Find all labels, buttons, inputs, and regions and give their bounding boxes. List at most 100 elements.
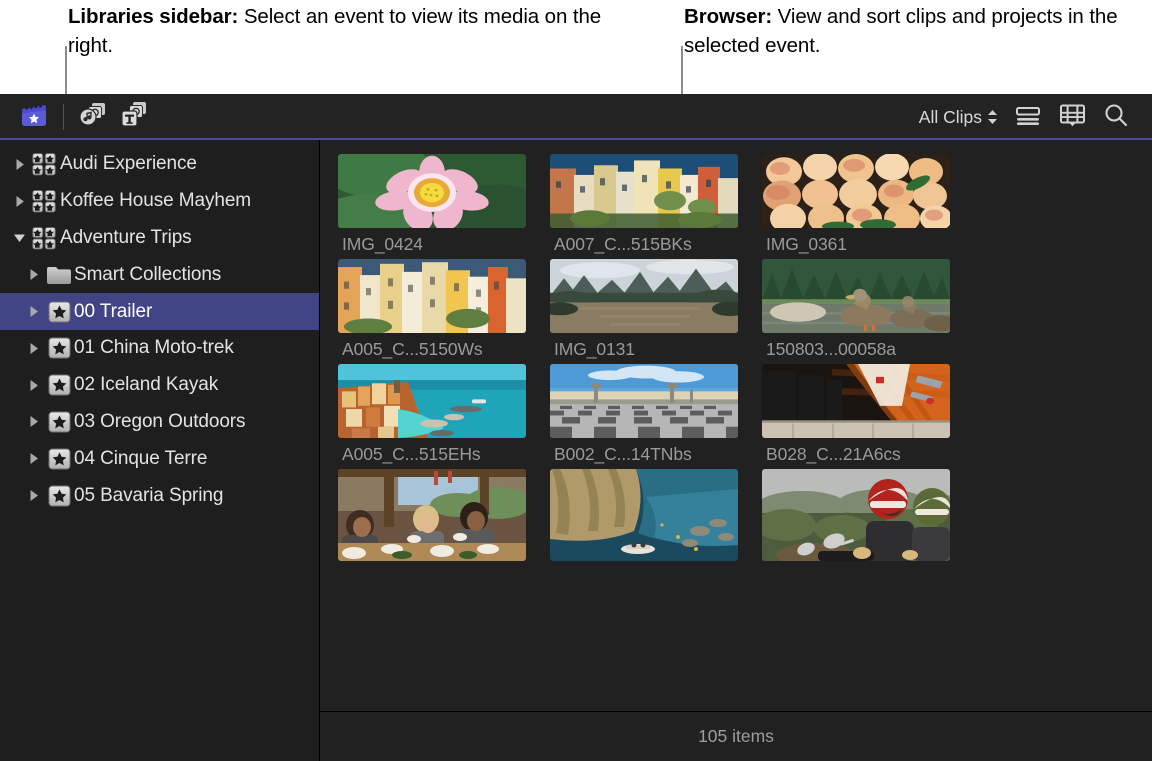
sidebar-item-label: 01 China Moto-trek [74, 337, 234, 359]
clip-filter-label: All Clips [919, 107, 982, 128]
sidebar-item-audi-experience[interactable]: Audi Experience [0, 146, 319, 183]
callout-libraries-sidebar: Libraries sidebar: Select an event to vi… [68, 2, 648, 60]
event-icon [44, 337, 74, 359]
event-icon [44, 485, 74, 507]
callout-lead: Libraries sidebar: [68, 5, 238, 28]
chevron-right-icon[interactable] [22, 415, 44, 428]
sidebar-item-00-trailer[interactable]: 00 Trailer [0, 293, 319, 330]
list-view-button[interactable] [1006, 100, 1050, 134]
sidebar-item-koffee-house-mayhem[interactable]: Koffee House Mayhem [0, 183, 319, 220]
clip-cell[interactable]: IMG_0361 [762, 154, 974, 255]
clip-name-label: A005_C...5150Ws [338, 333, 550, 360]
event-icon [44, 301, 74, 323]
sidebar-item-label: Adventure Trips [60, 227, 192, 249]
toolbar: All Clips [0, 94, 1152, 140]
clip-name-label: IMG_0424 [338, 228, 550, 255]
clip-cell[interactable] [338, 469, 550, 561]
sidebar-item-label: 03 Oregon Outdoors [74, 411, 245, 433]
clip-thumbnail[interactable] [338, 154, 526, 228]
toolbar-left-group [0, 100, 153, 134]
clip-thumbnail[interactable] [338, 364, 526, 438]
clip-thumbnail[interactable] [550, 154, 738, 228]
clip-thumbnail[interactable] [550, 364, 738, 438]
clip-name-label: 150803...00058a [762, 333, 974, 360]
clip-cell[interactable] [762, 469, 974, 561]
clip-thumbnail[interactable] [762, 259, 950, 333]
clip-grid: IMG_0424 A007_C...515BKs [320, 140, 1152, 711]
item-count-label: 105 items [698, 726, 774, 747]
filmstrip-view-icon [1059, 103, 1086, 132]
toolbar-divider [63, 104, 64, 130]
chevron-right-icon[interactable] [22, 489, 44, 502]
libraries-sidebar-button[interactable] [14, 100, 54, 134]
event-icon [44, 411, 74, 433]
clip-cell[interactable]: B028_C...21A6cs [762, 364, 974, 465]
chevron-right-icon[interactable] [22, 268, 44, 281]
callout-leader-line-sidebar [65, 46, 67, 94]
sidebar-item-label: Smart Collections [74, 264, 221, 286]
clip-cell[interactable]: IMG_0424 [338, 154, 550, 255]
clip-thumbnail[interactable] [338, 259, 526, 333]
sidebar-item-label: 00 Trailer [74, 301, 152, 323]
clip-cell[interactable]: 150803...00058a [762, 259, 974, 360]
chevron-right-icon[interactable] [22, 379, 44, 392]
annotation-layer: Libraries sidebar: Select an event to vi… [0, 0, 1152, 94]
chevron-right-icon[interactable] [22, 452, 44, 465]
titles-generators-button[interactable] [113, 100, 153, 134]
sidebar-item-label: 02 Iceland Kayak [74, 374, 218, 396]
browser-pane: IMG_0424 A007_C...515BKs [320, 140, 1152, 761]
clip-cell[interactable]: IMG_0131 [550, 259, 762, 360]
clip-cell[interactable]: A005_C...515EHs [338, 364, 550, 465]
sidebar-item-03-oregon-outdoors[interactable]: 03 Oregon Outdoors [0, 404, 319, 441]
titles-generators-icon [117, 100, 149, 135]
clip-thumbnail[interactable] [762, 469, 950, 561]
clip-cell[interactable]: A005_C...5150Ws [338, 259, 550, 360]
libraries-sidebar: Audi Experience Koffee House Mayhem Adve… [0, 140, 320, 761]
sidebar-item-label: 04 Cinque Terre [74, 448, 207, 470]
toolbar-right-group: All Clips [911, 100, 1152, 134]
clip-filter-control[interactable]: All Clips [911, 107, 1006, 128]
clip-thumbnail[interactable] [762, 364, 950, 438]
clip-name-label: B002_C...14TNbs [550, 438, 762, 465]
sidebar-item-label: Koffee House Mayhem [60, 190, 251, 212]
callout-lead: Browser: [684, 5, 772, 28]
clip-thumbnail[interactable] [550, 259, 738, 333]
clip-cell[interactable]: B002_C...14TNbs [550, 364, 762, 465]
final-cut-pro-window: All Clips [0, 94, 1152, 761]
photos-audio-button[interactable] [73, 100, 113, 134]
sidebar-item-02-iceland-kayak[interactable]: 02 Iceland Kayak [0, 367, 319, 404]
folder-icon [44, 264, 74, 285]
clip-cell[interactable] [550, 469, 762, 561]
sidebar-item-05-bavaria-spring[interactable]: 05 Bavaria Spring [0, 477, 319, 514]
chevron-up-down-icon[interactable] [987, 109, 998, 125]
clip-thumbnail[interactable] [762, 154, 950, 228]
main-content: Audi Experience Koffee House Mayhem Adve… [0, 140, 1152, 761]
chevron-right-icon[interactable] [22, 342, 44, 355]
list-view-icon [1015, 104, 1041, 131]
library-icon [30, 226, 60, 250]
sidebar-item-smart-collections[interactable]: Smart Collections [0, 256, 319, 293]
search-button[interactable] [1094, 100, 1138, 134]
callout-browser: Browser: View and sort clips and project… [684, 2, 1144, 60]
sidebar-item-adventure-trips[interactable]: Adventure Trips [0, 220, 319, 257]
clapperboard-star-icon [19, 101, 49, 134]
filmstrip-view-button[interactable] [1050, 100, 1094, 134]
clip-thumbnail[interactable] [550, 469, 738, 561]
callout-leader-line-browser [681, 46, 683, 94]
sidebar-item-label: 05 Bavaria Spring [74, 485, 223, 507]
photos-audio-icon [77, 100, 109, 135]
clip-name-label: A007_C...515BKs [550, 228, 762, 255]
event-icon [44, 374, 74, 396]
sidebar-item-01-china-moto-trek[interactable]: 01 China Moto-trek [0, 330, 319, 367]
chevron-right-icon[interactable] [8, 158, 30, 171]
chevron-down-icon[interactable] [8, 231, 30, 244]
sidebar-item-label: Audi Experience [60, 153, 197, 175]
chevron-right-icon[interactable] [8, 195, 30, 208]
status-bar: 105 items [320, 711, 1152, 761]
library-icon [30, 152, 60, 176]
sidebar-item-04-cinque-terre[interactable]: 04 Cinque Terre [0, 440, 319, 477]
clip-thumbnail[interactable] [338, 469, 526, 561]
clip-cell[interactable]: A007_C...515BKs [550, 154, 762, 255]
chevron-right-icon[interactable] [22, 305, 44, 318]
library-icon [30, 189, 60, 213]
